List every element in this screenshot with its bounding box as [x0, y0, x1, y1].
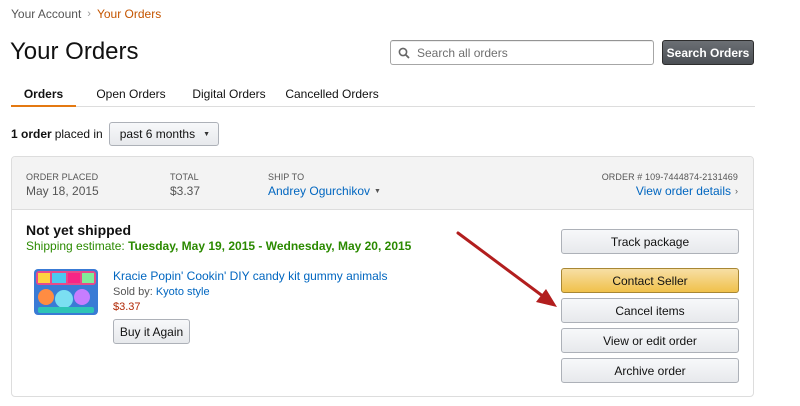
shipment-status: Not yet shipped — [26, 222, 132, 238]
total-label: TOTAL — [170, 172, 199, 182]
order-card: ORDER PLACED May 18, 2015 TOTAL $3.37 SH… — [11, 156, 754, 397]
seller-link[interactable]: Kyoto style — [156, 286, 210, 298]
track-package-button[interactable]: Track package — [561, 229, 739, 254]
buy-it-again-button[interactable]: Buy it Again — [113, 319, 190, 344]
order-count: 1 order — [11, 127, 52, 141]
sold-by: Sold by: Kyoto style — [113, 286, 210, 298]
order-placed-value: May 18, 2015 — [26, 184, 99, 198]
total-value: $3.37 — [170, 184, 201, 198]
search-icon — [391, 41, 417, 64]
order-tabs: Orders Open Orders Digital Orders Cancel… — [11, 80, 755, 107]
archive-order-button[interactable]: Archive order — [561, 358, 739, 383]
order-header: ORDER PLACED May 18, 2015 TOTAL $3.37 SH… — [12, 157, 753, 210]
view-order-details-label: View order details — [635, 184, 731, 198]
search-orders-button[interactable]: Search Orders — [662, 40, 754, 65]
breadcrumb-your-account[interactable]: Your Account — [11, 7, 81, 21]
ship-to-label: SHIP TO — [268, 172, 305, 182]
view-order-details-link[interactable]: View order details › — [636, 184, 738, 198]
product-title-link[interactable]: Kracie Popin' Cookin' DIY candy kit gumm… — [113, 269, 387, 283]
period-value: past 6 months — [119, 127, 196, 141]
tab-open-orders[interactable]: Open Orders — [76, 80, 186, 107]
breadcrumb-your-orders[interactable]: Your Orders — [97, 7, 161, 21]
period-dropdown[interactable]: past 6 months ▼ — [108, 122, 220, 146]
search-box — [390, 40, 654, 65]
contact-seller-button[interactable]: Contact Seller — [561, 268, 739, 293]
ship-to-link[interactable]: Andrey Ogurchikov ▼ — [268, 184, 381, 198]
view-or-edit-order-button[interactable]: View or edit order — [561, 328, 739, 353]
order-number: ORDER # 109-7444874-2131469 — [601, 172, 738, 182]
filter-text: placed in — [54, 127, 103, 141]
ship-to-name: Andrey Ogurchikov — [268, 184, 371, 198]
tab-orders[interactable]: Orders — [11, 80, 76, 107]
shipping-estimate-label: Shipping estimate: — [26, 239, 125, 253]
product-thumbnail[interactable] — [32, 267, 100, 317]
tab-cancelled-orders[interactable]: Cancelled Orders — [272, 80, 392, 107]
caret-down-icon: ▼ — [374, 187, 381, 195]
shipping-estimate: Shipping estimate: Tuesday, May 19, 2015… — [26, 239, 411, 253]
cancel-items-button[interactable]: Cancel items — [561, 298, 739, 323]
page-title: Your Orders — [10, 38, 139, 65]
item-price: $3.37 — [113, 301, 141, 313]
tab-digital-orders[interactable]: Digital Orders — [186, 80, 272, 107]
caret-down-icon: ▼ — [203, 130, 211, 138]
breadcrumb-separator: › — [87, 8, 91, 20]
search-input[interactable] — [417, 42, 653, 63]
shipping-estimate-value: Tuesday, May 19, 2015 - Wednesday, May 2… — [128, 239, 412, 253]
order-filter: 1 order placed in past 6 months ▼ — [11, 122, 220, 146]
breadcrumb: Your Account › Your Orders — [11, 7, 161, 21]
chevron-right-icon: › — [735, 186, 738, 196]
order-placed-label: ORDER PLACED — [26, 172, 99, 182]
sold-by-label: Sold by: — [113, 286, 153, 298]
